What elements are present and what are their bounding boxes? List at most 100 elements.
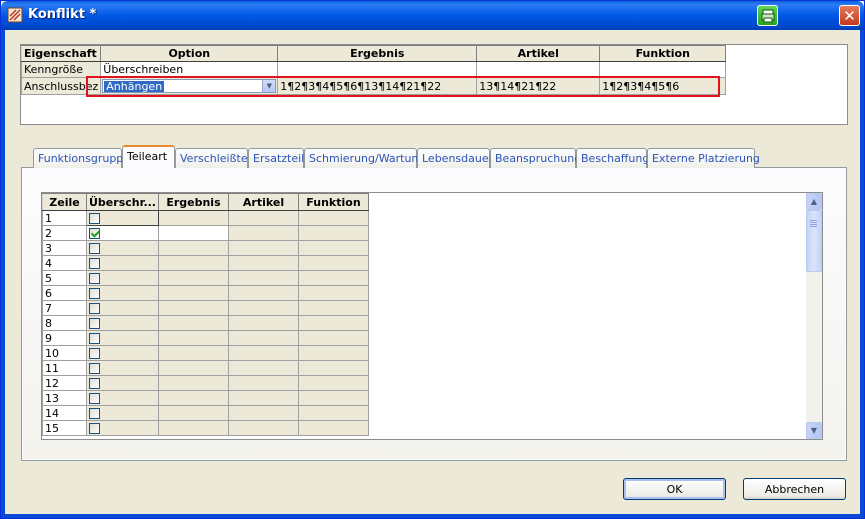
chevron-down-icon[interactable]: ▼ xyxy=(262,80,276,92)
tab-schmierung-wartung[interactable]: Schmierung/Wartung xyxy=(304,148,425,168)
close-icon[interactable]: ✕ xyxy=(839,5,860,26)
header-funktion[interactable]: Funktion xyxy=(599,45,727,62)
ergebnis-cell[interactable]: 1¶2¶3¶4¶5¶6¶13¶14¶21¶22 xyxy=(277,77,478,95)
header-artikel[interactable]: Artikel xyxy=(227,193,299,211)
overwrite-checkbox[interactable] xyxy=(89,303,100,314)
funktion-cell xyxy=(599,61,727,78)
scroll-down-icon[interactable]: ▼ xyxy=(806,422,822,439)
overwrite-checkbox[interactable] xyxy=(89,213,100,224)
header-ergebnis[interactable]: Ergebnis xyxy=(277,45,478,62)
ok-button[interactable]: OK xyxy=(623,478,726,500)
tab-beanspruchung[interactable]: Beanspruchung xyxy=(490,148,581,168)
option-cell[interactable]: Überschreiben xyxy=(100,61,279,78)
funktion-cell xyxy=(297,255,369,271)
ergebnis-cell[interactable] xyxy=(157,225,229,241)
table-row[interactable]: 10 xyxy=(42,345,369,361)
header-zeile[interactable]: Zeile xyxy=(42,193,87,211)
overwrite-checkbox-cell[interactable] xyxy=(86,420,159,436)
overwrite-checkbox-cell[interactable] xyxy=(86,390,159,406)
overwrite-checkbox[interactable] xyxy=(89,393,100,404)
tab-teileart[interactable]: Teileart xyxy=(122,145,175,168)
table-row[interactable]: 4 xyxy=(42,255,369,271)
title-bar[interactable]: Konflikt * ✕ xyxy=(1,1,864,30)
ergebnis-cell xyxy=(157,270,229,286)
table-row[interactable]: 13 xyxy=(42,390,369,406)
table-row[interactable]: 7 xyxy=(42,300,369,316)
table-row[interactable]: 9 xyxy=(42,330,369,346)
overwrite-checkbox-cell[interactable] xyxy=(86,225,159,241)
overwrite-checkbox[interactable] xyxy=(89,363,100,374)
overwrite-checkbox[interactable] xyxy=(89,258,100,269)
overwrite-checkbox[interactable] xyxy=(89,318,100,329)
overwrite-checkbox[interactable] xyxy=(89,348,100,359)
ergebnis-cell xyxy=(157,255,229,271)
table-row[interactable]: 1 xyxy=(42,210,369,226)
vertical-scrollbar[interactable]: ▲ ▼ xyxy=(806,193,822,439)
grip-icon xyxy=(810,220,817,221)
table-row[interactable]: Kenngröße Überschreiben xyxy=(21,61,727,78)
table-row-selected[interactable]: Anschlussbez Anhängen ▼ 1¶2¶3¶4¶5¶6¶13¶1… xyxy=(21,77,727,95)
artikel-cell xyxy=(227,405,299,421)
overwrite-checkbox-cell[interactable] xyxy=(86,405,159,421)
overwrite-checkbox-cell[interactable] xyxy=(86,345,159,361)
ergebnis-cell xyxy=(157,210,229,226)
row-number: 7 xyxy=(42,300,87,316)
overwrite-checkbox-cell[interactable] xyxy=(86,285,159,301)
funktion-cell xyxy=(297,210,369,226)
overwrite-checkbox-cell[interactable] xyxy=(86,315,159,331)
tab-lebensdauer[interactable]: Lebensdauer xyxy=(417,148,493,168)
scroll-up-icon[interactable]: ▲ xyxy=(806,193,822,210)
overwrite-checkbox-cell[interactable] xyxy=(86,360,159,376)
table-row[interactable]: 8 xyxy=(42,315,369,331)
overwrite-checkbox[interactable] xyxy=(89,423,100,434)
overwrite-checkbox[interactable] xyxy=(89,243,100,254)
option-combobox[interactable]: Anhängen ▼ xyxy=(102,79,277,93)
header-ueberschreiben[interactable]: Überschr... xyxy=(86,193,159,211)
artikel-cell xyxy=(227,270,299,286)
header-artikel[interactable]: Artikel xyxy=(476,45,601,62)
table-row[interactable]: 5 xyxy=(42,270,369,286)
funktion-cell xyxy=(297,285,369,301)
option-combo-cell[interactable]: Anhängen ▼ xyxy=(100,77,279,95)
artikel-cell xyxy=(227,300,299,316)
cancel-button[interactable]: Abbrechen xyxy=(743,478,846,500)
overwrite-checkbox-cell[interactable] xyxy=(86,255,159,271)
overwrite-checkbox-cell[interactable] xyxy=(86,375,159,391)
overwrite-checkbox[interactable] xyxy=(89,273,100,284)
table-row[interactable]: 2 xyxy=(42,225,369,241)
overwrite-checkbox-cell[interactable] xyxy=(86,300,159,316)
overwrite-checkbox[interactable] xyxy=(89,378,100,389)
overwrite-checkbox[interactable] xyxy=(89,408,100,419)
tab-externe-platzierung[interactable]: Externe Platzierung xyxy=(647,148,760,168)
table-row[interactable]: 14 xyxy=(42,405,369,421)
table-row[interactable]: 11 xyxy=(42,360,369,376)
header-option[interactable]: Option xyxy=(100,45,279,62)
header-funktion[interactable]: Funktion xyxy=(297,193,369,211)
tab-funktionsgruppe[interactable]: Funktionsgruppe xyxy=(33,148,130,168)
header-ergebnis[interactable]: Ergebnis xyxy=(157,193,229,211)
tab-ersatzteil[interactable]: Ersatzteil xyxy=(248,148,304,168)
funktion-cell xyxy=(297,315,369,331)
overwrite-checkbox[interactable] xyxy=(89,333,100,344)
overwrite-checkbox[interactable] xyxy=(89,288,100,299)
tab-beschaffung[interactable]: Beschaffung xyxy=(576,148,649,168)
table-row[interactable]: 6 xyxy=(42,285,369,301)
ergebnis-cell[interactable] xyxy=(277,61,478,78)
overwrite-checkbox-checked[interactable] xyxy=(89,228,100,239)
print-icon[interactable] xyxy=(757,5,778,26)
overwrite-checkbox-cell[interactable] xyxy=(86,330,159,346)
overwrite-checkbox-cell[interactable] xyxy=(86,270,159,286)
header-eigenschaft[interactable]: Eigenschaft xyxy=(21,45,102,62)
table-row[interactable]: 15 xyxy=(42,420,369,436)
property-grid: Eigenschaft Option Ergebnis Artikel Funk… xyxy=(20,44,848,125)
tab-verschleissteil[interactable]: Verschleißteil xyxy=(175,148,254,168)
overwrite-checkbox-cell[interactable] xyxy=(86,210,159,226)
table-row[interactable]: 3 xyxy=(42,240,369,256)
table-row[interactable]: 12 xyxy=(42,375,369,391)
overwrite-checkbox-cell[interactable] xyxy=(86,240,159,256)
artikel-cell xyxy=(227,375,299,391)
artikel-cell xyxy=(227,240,299,256)
row-number: 14 xyxy=(42,405,87,421)
row-number: 13 xyxy=(42,390,87,406)
artikel-cell xyxy=(227,360,299,376)
